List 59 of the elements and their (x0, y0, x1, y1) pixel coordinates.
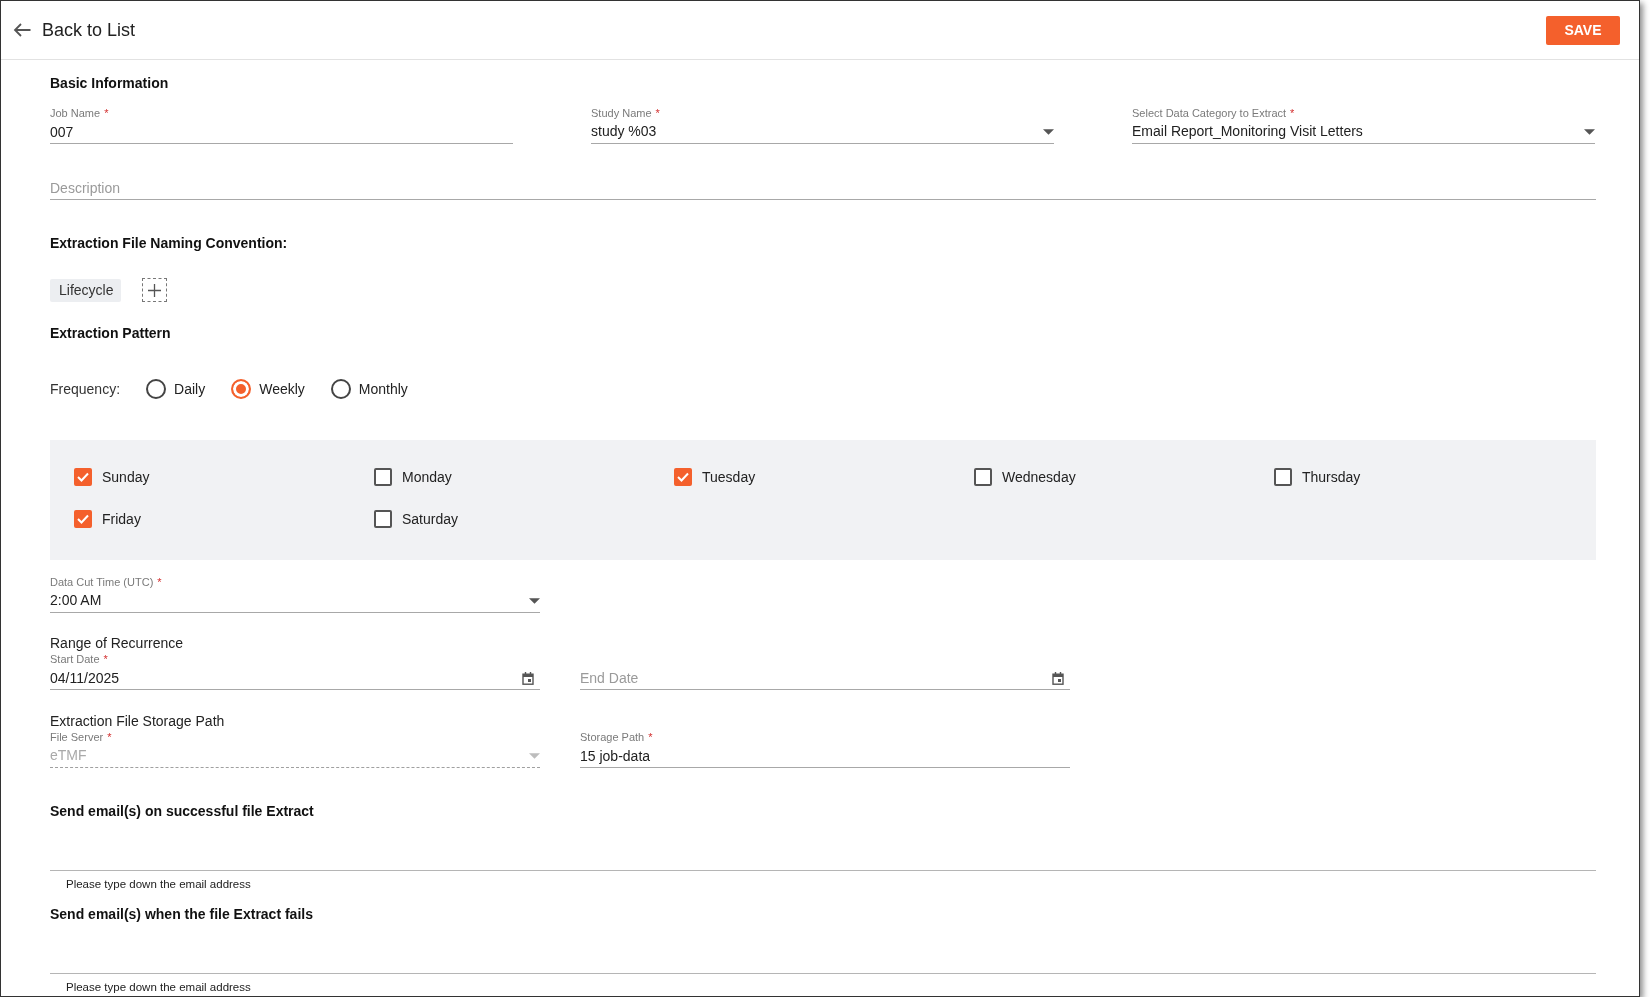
text-input[interactable]: 007 (50, 120, 513, 144)
field-label: File Server * (50, 731, 112, 744)
select-field[interactable]: study %03 (591, 120, 1054, 144)
checkbox[interactable] (74, 510, 92, 528)
calendar-icon (1052, 672, 1064, 685)
checkmark-icon (677, 472, 689, 482)
checkbox[interactable] (1274, 468, 1292, 486)
checkbox[interactable] (74, 468, 92, 486)
radio-button[interactable] (231, 379, 252, 399)
checkbox-label[interactable]: Sunday (102, 466, 150, 488)
calendar-icon (522, 672, 534, 685)
section-title: Range of Recurrence (50, 634, 184, 653)
checkbox-label[interactable]: Monday (402, 466, 452, 488)
field-label: Select Data Category to Extract * (1132, 107, 1295, 120)
field-label: Data Cut Time (UTC) * (50, 576, 162, 589)
checkbox[interactable] (974, 468, 992, 486)
checkmark-icon (77, 514, 89, 524)
radio-button[interactable] (146, 379, 167, 399)
section-title: Send email(s) when the file Extract fails (50, 905, 313, 924)
checkbox-label[interactable]: Thursday (1302, 466, 1361, 488)
date-input[interactable]: 04/11/2025 (50, 666, 540, 690)
caret-icon (529, 597, 540, 604)
checkbox-label[interactable]: Wednesday (1002, 466, 1076, 488)
field-label: Start Date * (50, 653, 108, 666)
select-field[interactable]: Email Report_Monitoring Visit Letters (1132, 120, 1595, 144)
hint-text: Please type down the email address (66, 980, 251, 994)
caret-icon (529, 752, 540, 759)
checkbox[interactable] (374, 510, 392, 528)
plus-icon (148, 283, 162, 297)
arrow-left-icon (13, 23, 31, 37)
naming-chip[interactable]: Lifecycle (50, 278, 122, 302)
section-title: Extraction File Storage Path (50, 712, 225, 731)
section-title: Send email(s) on successful file Extract (50, 802, 314, 821)
field-label: Study Name * (591, 107, 660, 120)
checkbox-label[interactable]: Saturday (402, 508, 459, 530)
radio-label[interactable]: Monthly (358, 378, 408, 400)
section-title: Basic Information (50, 74, 169, 93)
back-link[interactable]: Back to List (13, 19, 136, 41)
checkmark-icon (77, 472, 89, 482)
field-label: Storage Path * (580, 731, 653, 744)
radio-label[interactable]: Weekly (259, 378, 305, 400)
field-label: Job Name * (50, 107, 109, 120)
date-input[interactable]: End Date (580, 666, 1070, 690)
add-button[interactable] (142, 278, 168, 302)
caret-icon (1584, 128, 1595, 135)
text-input[interactable]: 15 job-data (580, 744, 1070, 768)
checkbox-label[interactable]: Friday (102, 508, 141, 530)
section-title: Extraction Pattern (50, 324, 171, 343)
checkbox[interactable] (674, 468, 692, 486)
caret-icon (1043, 128, 1054, 135)
section-title: Extraction File Naming Convention: (50, 234, 288, 253)
checkbox[interactable] (374, 468, 392, 486)
checkbox-label[interactable]: Tuesday (702, 466, 756, 488)
hint-text: Please type down the email address (66, 877, 251, 891)
radio-button[interactable] (330, 379, 351, 399)
select-field[interactable]: 2:00 AM (50, 589, 540, 613)
radio-label[interactable]: Daily (174, 378, 206, 400)
frequency-label: Frequency: (50, 379, 121, 399)
description-input[interactable]: Description (50, 176, 1596, 200)
